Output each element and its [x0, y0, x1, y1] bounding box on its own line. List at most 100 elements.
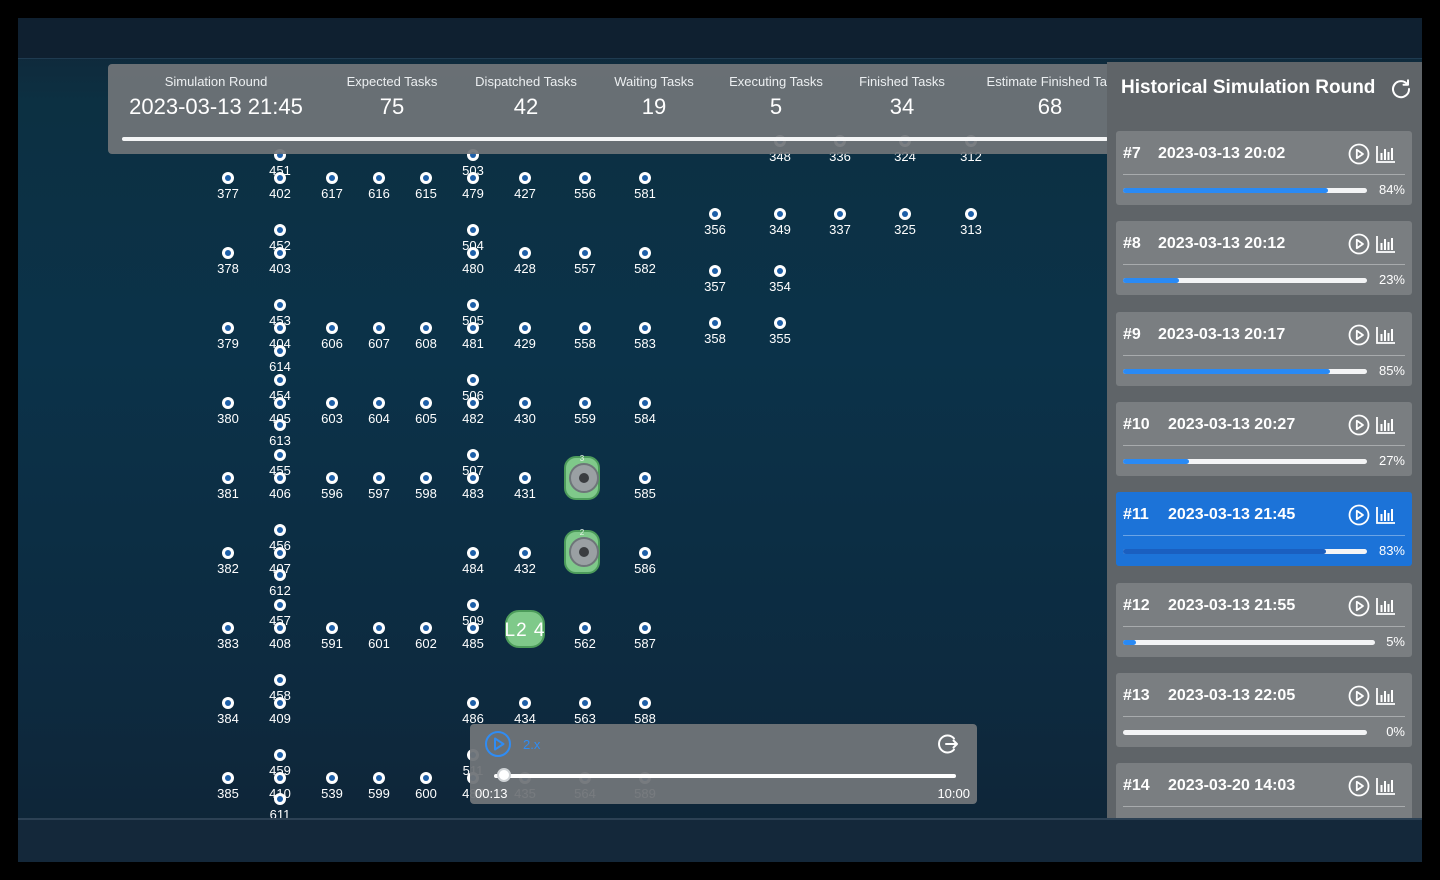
chart-icon[interactable]	[1375, 233, 1397, 255]
map-node-label: 591	[321, 636, 343, 651]
timeline-knob[interactable]	[497, 768, 512, 782]
map-node-label: 385	[217, 786, 239, 801]
map-node-marker	[274, 749, 286, 761]
map-node-label: 558	[574, 336, 596, 351]
stat-dispatched-tasks: Dispatched Tasks 42	[466, 74, 586, 120]
map-node-marker	[222, 172, 234, 184]
map-node-label: 598	[415, 486, 437, 501]
map-node-label: 607	[368, 336, 390, 351]
round-progress-track	[1123, 188, 1367, 193]
history-round-card[interactable]: #10 2023-03-13 20:27 27%	[1116, 401, 1412, 476]
playback-speed[interactable]: 2.x	[523, 737, 540, 752]
history-round-card[interactable]: #9 2023-03-13 20:17 85%	[1116, 311, 1412, 386]
play-icon[interactable]	[1348, 143, 1370, 165]
map-node-label: 604	[368, 411, 390, 426]
map-node-label: 378	[217, 261, 239, 276]
map-node-marker	[274, 599, 286, 611]
map-node-label: 559	[574, 411, 596, 426]
map-node-marker	[639, 622, 651, 634]
map-node-marker	[639, 472, 651, 484]
map-node-marker	[326, 397, 338, 409]
map-node-marker	[274, 524, 286, 536]
play-icon[interactable]	[484, 730, 512, 758]
round-progress-fill	[1123, 368, 1331, 374]
map-node-label: 584	[634, 411, 656, 426]
play-icon[interactable]	[1348, 504, 1370, 526]
map-node-marker	[274, 569, 286, 581]
map-node-marker	[274, 374, 286, 386]
map-node-marker	[420, 472, 432, 484]
map-node-marker	[420, 172, 432, 184]
play-icon[interactable]	[1348, 414, 1370, 436]
map-node-label: 427	[514, 186, 536, 201]
stat-simulation-round: Simulation Round 2023-03-13 21:45	[116, 74, 316, 120]
round-id: #8	[1123, 235, 1141, 253]
refresh-icon[interactable]	[1390, 78, 1412, 100]
chart-icon[interactable]	[1375, 414, 1397, 436]
stat-value: 5	[769, 94, 783, 119]
history-round-card[interactable]: #8 2023-03-13 20:12 23%	[1116, 221, 1412, 296]
round-datetime: 2023-03-13 21:55	[1168, 596, 1296, 614]
robot-2[interactable]: 2	[560, 528, 604, 576]
robot-tag: L2 4	[504, 620, 546, 641]
map-node-label: 357	[704, 279, 726, 294]
chart-icon[interactable]	[1375, 504, 1397, 526]
map-node-marker	[326, 322, 338, 334]
play-icon[interactable]	[1348, 595, 1370, 617]
total-time: 10:00	[937, 786, 970, 801]
chart-icon[interactable]	[1375, 595, 1397, 617]
map-node-label: 581	[634, 186, 656, 201]
map-node-marker	[467, 697, 479, 709]
robot-hub	[579, 547, 589, 557]
map-node-marker	[639, 247, 651, 259]
robot-3[interactable]: 3	[560, 454, 604, 502]
chart-icon[interactable]	[1375, 324, 1397, 346]
map-node-label: 428	[514, 261, 536, 276]
history-round-card[interactable]: #11 2023-03-13 21:45 83%	[1116, 492, 1412, 567]
robot-l2-4[interactable]: L2 4	[503, 608, 547, 656]
history-round-card[interactable]: #14 2023-03-20 14:03	[1116, 763, 1412, 818]
map-node-marker	[709, 265, 721, 277]
map-node-label: 377	[217, 186, 239, 201]
history-round-card[interactable]: #13 2023-03-13 22:05 0%	[1116, 672, 1412, 747]
round-progress-percent: 0%	[1386, 723, 1405, 739]
play-icon[interactable]	[1348, 324, 1370, 346]
round-progress-track	[1123, 549, 1367, 555]
map-node-marker	[639, 322, 651, 334]
chart-icon[interactable]	[1375, 685, 1397, 707]
map-node-label: 381	[217, 486, 239, 501]
history-round-card[interactable]: #12 2023-03-13 21:55 5%	[1116, 582, 1412, 657]
play-icon[interactable]	[1348, 233, 1370, 255]
round-progress-track	[1123, 278, 1367, 284]
round-progress-track	[122, 137, 1108, 141]
play-icon[interactable]	[1348, 685, 1370, 707]
play-icon[interactable]	[1348, 775, 1370, 797]
map-node-marker	[519, 322, 531, 334]
map-node-label: 483	[462, 486, 484, 501]
exit-playback-icon[interactable]	[936, 732, 960, 756]
map-node-label: 337	[829, 222, 851, 237]
map-node-label: 479	[462, 186, 484, 201]
map-node-marker	[222, 247, 234, 259]
map-node-label: 451	[269, 163, 291, 178]
map-node-label: 617	[321, 186, 343, 201]
map-node-marker	[326, 172, 338, 184]
map-node-label: 452	[269, 238, 291, 253]
map-node-label: 599	[368, 786, 390, 801]
map-node-marker	[222, 622, 234, 634]
round-progress-track	[1123, 368, 1367, 374]
map-node-label: 325	[894, 222, 916, 237]
round-datetime: 2023-03-13 20:12	[1158, 235, 1286, 253]
robot-hub	[579, 473, 589, 483]
map-node-label: 456	[269, 538, 291, 553]
timeline-track[interactable]	[494, 774, 956, 778]
map-node-marker	[274, 299, 286, 311]
chart-icon[interactable]	[1375, 143, 1397, 165]
map-node-label: 358	[704, 331, 726, 346]
history-round-card[interactable]: #7 2023-03-13 20:02 84%	[1116, 131, 1412, 205]
playback-controls: 2.x 00:13 10:00	[470, 724, 977, 804]
round-progress-fill	[1123, 549, 1326, 555]
card-divider	[1123, 354, 1405, 356]
map-node-label: 382	[217, 561, 239, 576]
chart-icon[interactable]	[1375, 775, 1397, 797]
